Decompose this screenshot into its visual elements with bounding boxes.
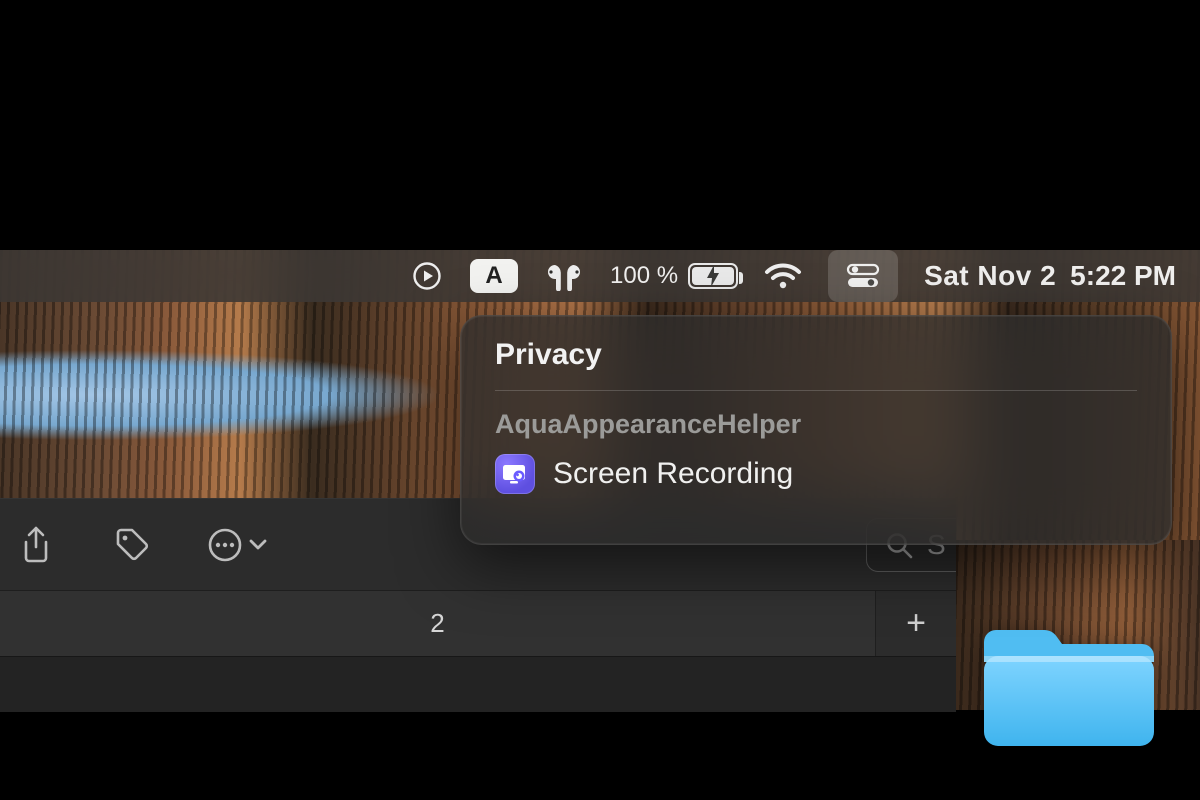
share-button[interactable] [14, 523, 58, 567]
privacy-app-name: AquaAppearanceHelper [495, 409, 1137, 440]
text-input-menuextra[interactable]: A [470, 250, 518, 302]
battery-percent-text: 100 % [610, 262, 678, 290]
ellipsis-circle-icon [206, 526, 244, 564]
control-center-menuextra[interactable] [828, 250, 898, 302]
menubar-clock[interactable]: Sat Nov 2 5:22 PM [924, 250, 1176, 302]
tags-button[interactable] [110, 523, 154, 567]
menubar-date: Sat Nov 2 [924, 260, 1056, 292]
privacy-item-screen-recording[interactable]: Screen Recording [495, 454, 1137, 494]
privacy-popover: Privacy AquaAppearanceHelper Screen Reco… [460, 315, 1172, 545]
finder-content-area [0, 657, 956, 712]
share-icon [19, 525, 53, 565]
privacy-item-label: Screen Recording [553, 457, 793, 491]
finder-tab-label: 2 [430, 608, 444, 639]
finder-tab[interactable]: 2 [0, 591, 876, 656]
desktop-folder[interactable] [974, 624, 1164, 759]
letterbox-top [0, 0, 1200, 250]
plus-icon: + [906, 604, 926, 643]
airpods-icon [544, 261, 584, 291]
folder-icon [974, 624, 1164, 754]
finder-new-tab-button[interactable]: + [876, 591, 956, 656]
battery-menuextra[interactable]: 100 % [610, 250, 738, 302]
finder-tab-bar: 2 + [0, 591, 956, 657]
menubar-time: 5:22 PM [1070, 260, 1176, 292]
text-input-label: A [485, 262, 502, 290]
wifi-menuextra[interactable] [764, 250, 802, 302]
now-playing-menuextra[interactable] [410, 250, 444, 302]
menubar: A 100 % [0, 250, 1200, 302]
screen-recording-icon [495, 454, 535, 494]
battery-icon [688, 263, 738, 289]
tag-icon [113, 526, 151, 564]
more-actions-button[interactable] [206, 526, 268, 564]
privacy-popover-separator [495, 390, 1137, 391]
text-input-badge: A [470, 259, 518, 293]
privacy-popover-title: Privacy [495, 338, 1137, 372]
airpods-menuextra[interactable] [544, 250, 584, 302]
chevron-down-icon [248, 538, 268, 552]
play-circle-icon [412, 261, 442, 291]
wifi-icon [764, 262, 802, 290]
control-center-icon [846, 262, 880, 290]
charging-bolt-icon [705, 265, 721, 287]
